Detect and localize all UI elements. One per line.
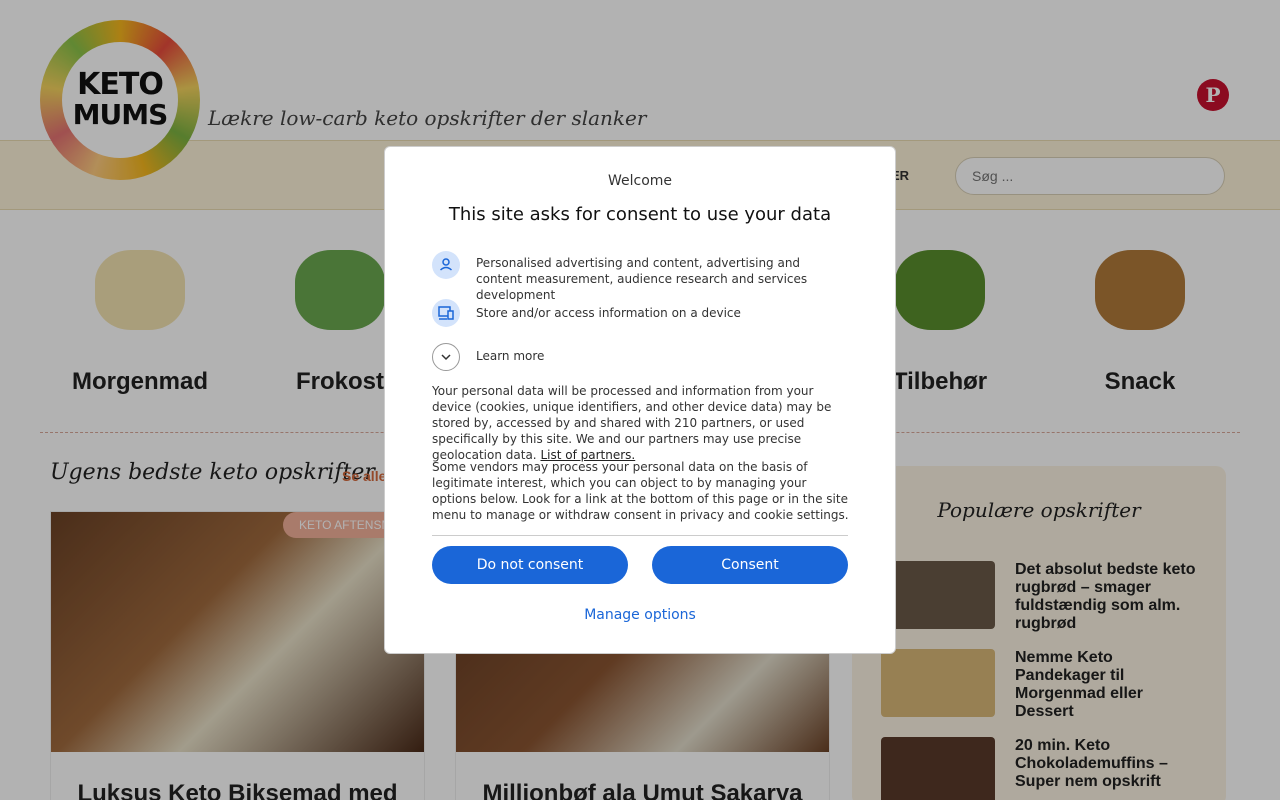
chevron-down-icon[interactable] [432, 343, 460, 371]
manage-options-link[interactable]: Manage options [385, 607, 895, 623]
dialog-welcome: Welcome [607, 173, 673, 189]
purpose-text: Personalised advertising and content, ad… [476, 256, 808, 302]
do-not-consent-button[interactable]: Do not consent [432, 546, 628, 584]
person-icon [432, 251, 460, 279]
consent-dialog: Welcome This site asks for consent to us… [384, 146, 896, 654]
devices-icon [432, 299, 460, 327]
purpose-text: Store and/or access information on a dev… [476, 306, 741, 320]
dialog-heading: This site asks for consent to use your d… [448, 204, 832, 225]
consent-button[interactable]: Consent [652, 546, 848, 584]
consent-description: Your personal data will be processed and… [432, 383, 850, 463]
legitimate-interest-text: Some vendors may process your personal d… [432, 460, 849, 522]
learn-more-label[interactable]: Learn more [476, 348, 846, 364]
dialog-separator [432, 535, 848, 536]
